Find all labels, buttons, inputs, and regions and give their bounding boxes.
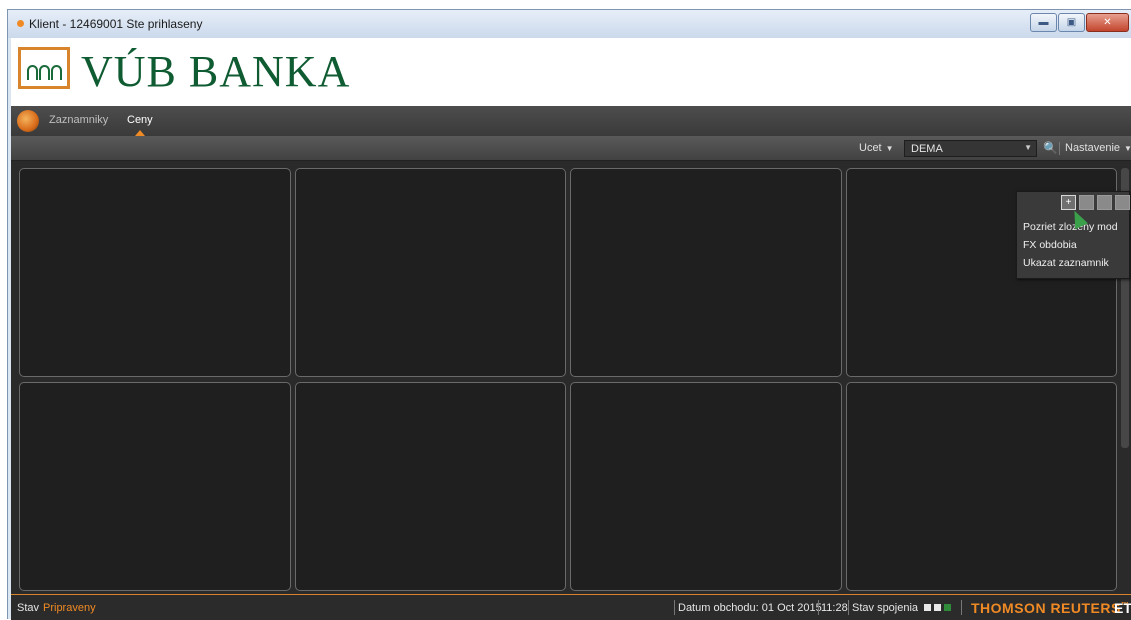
price-panel[interactable] (846, 382, 1117, 591)
window-controls: ▬ ▣ ✕ (1030, 13, 1129, 32)
app-window: Klient - 12469001 Ste prihlaseny ▬ ▣ ✕ V… (7, 9, 1131, 620)
account-select[interactable]: DEMA ▼ (904, 140, 1037, 157)
connection-indicator-icon (934, 604, 941, 611)
nav-item-ceny[interactable]: Ceny (127, 114, 153, 126)
status-divider (848, 600, 849, 615)
price-panel[interactable] (295, 382, 566, 591)
price-panel[interactable] (19, 382, 291, 591)
main-nav: Zaznamniky Ceny (11, 106, 1131, 136)
connection-indicator-icon (944, 604, 951, 611)
minimize-button[interactable]: ▬ (1030, 13, 1057, 32)
toolbar: Ucet ▼ DEMA ▼ 🔍 Nastavenie ▼ (11, 136, 1131, 161)
window-title: Klient - 12469001 Ste prihlaseny (29, 17, 203, 31)
status-divider (961, 600, 962, 615)
menu-item-show-log[interactable]: Ukazat zaznamnik (1023, 257, 1109, 269)
settings-dropdown[interactable]: Nastavenie ▼ (1065, 142, 1131, 154)
status-divider (818, 600, 819, 615)
title-bar[interactable]: Klient - 12469001 Ste prihlaseny ▬ ▣ ✕ (8, 10, 1131, 38)
price-panel[interactable] (295, 168, 566, 377)
price-panel[interactable] (570, 168, 842, 377)
brand-suffix: ET (1114, 600, 1131, 616)
logo-band: VÚB BANKA (11, 38, 1131, 106)
thomson-reuters-logo: THOMSON REUTERS™ (971, 600, 1130, 616)
nav-item-zaznamniky[interactable]: Zaznamniky (49, 114, 108, 126)
bank-logo-text: VÚB BANKA (81, 47, 351, 96)
connection-indicator-icon (924, 604, 931, 611)
menu-item-fx-periods[interactable]: FX obdobia (1023, 239, 1077, 251)
bank-logo-icon (18, 47, 70, 89)
chevron-down-icon: ▼ (1124, 144, 1131, 153)
status-time: 11:28 (821, 602, 848, 614)
maximize-button[interactable]: ▣ (1058, 13, 1085, 32)
status-bar: Stav Pripraveny Datum obchodu: 01 Oct 20… (11, 594, 1131, 620)
price-panel[interactable] (19, 168, 291, 377)
page-icon[interactable] (1115, 195, 1130, 210)
window-content: VÚB BANKA Zaznamniky Ceny Ucet ▼ DEMA ▼ 🔍… (11, 38, 1131, 620)
trade-date: Datum obchodu: 01 Oct 2015 (678, 602, 822, 614)
toolbar-divider (1059, 142, 1060, 155)
trading-app: Zaznamniky Ceny Ucet ▼ DEMA ▼ 🔍 Nastaveni… (11, 106, 1131, 620)
window-icon-2[interactable] (1097, 195, 1112, 210)
price-panel[interactable] (570, 382, 842, 591)
status-divider (674, 600, 675, 615)
account-value: DEMA (911, 143, 943, 155)
price-panel-grid (19, 168, 1119, 594)
reuters-logo-icon[interactable] (17, 110, 39, 132)
status-dot-icon (17, 20, 24, 27)
settings-menu: + Pozriet zlozeny mod FX obdobia Ukazat … (1016, 191, 1130, 279)
connection-label: Stav spojenia (852, 602, 919, 614)
account-dropdown[interactable]: Ucet ▼ (859, 142, 894, 154)
status-value: Pripraveny (43, 602, 96, 614)
chevron-down-icon: ▼ (1024, 143, 1032, 152)
menu-item-composite-mode[interactable]: Pozriet zlozeny mod (1023, 221, 1118, 233)
close-button[interactable]: ✕ (1086, 13, 1129, 32)
plus-icon[interactable]: + (1061, 195, 1076, 210)
chevron-down-icon: ▼ (885, 144, 894, 153)
window-icon[interactable] (1079, 195, 1094, 210)
search-icon[interactable]: 🔍 (1043, 141, 1058, 155)
status-label: Stav (17, 602, 40, 614)
